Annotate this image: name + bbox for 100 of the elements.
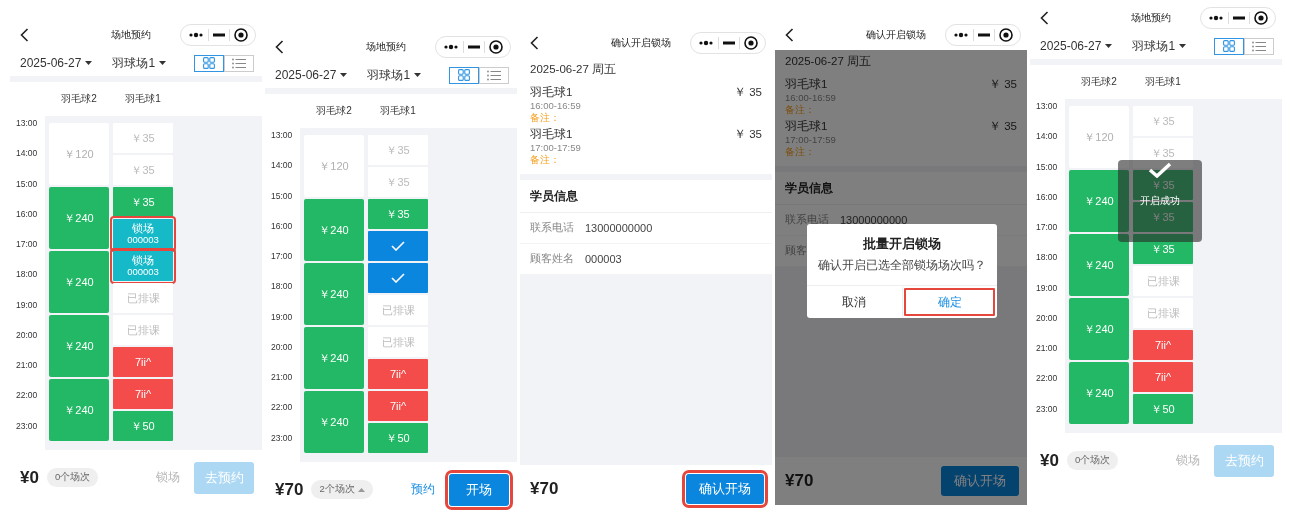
price-slot[interactable]: ￥35: [1133, 138, 1193, 168]
booked-slot[interactable]: ￥240: [304, 263, 364, 325]
booked-slot[interactable]: ￥240: [1069, 362, 1129, 424]
court-dropdown[interactable]: 羽球场1: [112, 54, 167, 72]
view-toggle-button[interactable]: [1244, 37, 1274, 55]
time-label: 22:00: [1035, 372, 1059, 386]
booked-slot[interactable]: ￥50: [368, 423, 428, 453]
caret-icon: [357, 487, 365, 492]
item-price: ￥ 35: [989, 77, 1017, 92]
court-dropdown[interactable]: 羽球场1: [367, 66, 422, 84]
booked-slot[interactable]: ￥240: [1069, 170, 1129, 232]
grid-icon: [203, 57, 215, 69]
booked-slot[interactable]: ￥240: [304, 391, 364, 453]
time-label: 18:00: [1035, 251, 1059, 265]
minimize-icon[interactable]: [213, 33, 225, 37]
booked-slot[interactable]: ￥240: [49, 251, 109, 313]
dialog-button[interactable]: 取消: [807, 286, 902, 318]
time-label: 14:00: [1035, 130, 1059, 144]
back-icon[interactable]: [785, 28, 794, 42]
price-slot[interactable]: ￥120: [304, 135, 364, 197]
more-icon[interactable]: [443, 43, 459, 51]
field-value: 13000000000: [585, 222, 653, 234]
more-icon[interactable]: [188, 31, 204, 39]
occupied-slot[interactable]: 7ii^: [1133, 330, 1193, 360]
more-icon[interactable]: [698, 39, 714, 47]
locked-slot[interactable]: 锁场 000003: [113, 219, 173, 249]
session-count-button[interactable]: 0个场次: [1066, 451, 1119, 470]
minimize-icon[interactable]: [723, 41, 735, 45]
page-title: 场地预约: [365, 40, 407, 54]
time-range: 16:00-16:59: [785, 91, 836, 104]
booked-slot[interactable]: ￥240: [1069, 298, 1129, 360]
field-value: 000003: [585, 253, 622, 265]
minimize-icon[interactable]: [468, 45, 480, 49]
view-toggle-button[interactable]: [224, 54, 254, 72]
more-icon[interactable]: [1208, 14, 1224, 22]
booked-slot[interactable]: ￥50: [1133, 394, 1193, 424]
total-price: ¥0: [20, 467, 39, 488]
caret-icon: [85, 61, 93, 65]
time-label: 14:00: [270, 159, 294, 173]
view-toggle-button[interactable]: [479, 66, 509, 84]
field-label: 联系电话: [530, 221, 575, 235]
booked-slot[interactable]: ￥240: [49, 379, 109, 441]
time-range: 16:00-16:59: [530, 99, 581, 112]
price-slot[interactable]: ￥35: [368, 167, 428, 197]
price-slot[interactable]: ￥35: [368, 135, 428, 165]
booked-slot[interactable]: ￥35: [113, 187, 173, 217]
note-label: 备注：: [785, 146, 816, 158]
action-button[interactable]: 确认开场: [941, 466, 1019, 496]
note-label: 备注：: [530, 154, 561, 166]
back-icon[interactable]: [275, 40, 284, 54]
text-link[interactable]: 预约: [411, 481, 435, 498]
time-label: 20:00: [270, 340, 294, 354]
court-name: 羽毛球1: [530, 127, 574, 141]
date-dropdown[interactable]: 2025-06-27: [275, 68, 348, 82]
total-price: ¥70: [785, 471, 814, 491]
back-icon[interactable]: [1040, 11, 1049, 25]
more-icon[interactable]: [953, 31, 969, 39]
booked-slot[interactable]: ￥240: [304, 327, 364, 389]
court-name: 羽毛球1: [785, 119, 829, 133]
booked-slot[interactable]: ￥240: [1069, 234, 1129, 296]
back-icon[interactable]: [20, 28, 29, 42]
occupied-slot[interactable]: 7ii^: [368, 391, 428, 421]
occupied-slot[interactable]: 7ii^: [368, 359, 428, 389]
booked-slot[interactable]: ￥240: [304, 199, 364, 261]
item-price: ￥ 35: [989, 119, 1017, 134]
time-label: 19:00: [1035, 281, 1059, 295]
price-slot[interactable]: ￥120: [49, 123, 109, 185]
price-slot[interactable]: ￥35: [1133, 106, 1193, 136]
booked-slot[interactable]: ￥50: [113, 411, 173, 441]
session-count-button[interactable]: 2个场次: [311, 480, 373, 499]
column-header: 羽毛球1: [124, 92, 162, 106]
minimize-icon[interactable]: [978, 33, 990, 37]
date-dropdown[interactable]: 2025-06-27: [20, 56, 93, 70]
occupied-slot[interactable]: 7ii^: [113, 347, 173, 377]
section-title: 学员信息: [530, 188, 578, 204]
booked-slot[interactable]: ￥240: [49, 187, 109, 249]
price-slot[interactable]: ￥35: [113, 155, 173, 185]
occupied-slot[interactable]: 7ii^: [113, 379, 173, 409]
dialog-button[interactable]: 确定: [901, 286, 997, 318]
date-dropdown[interactable]: 2025-06-27: [1040, 39, 1113, 53]
column-header: 羽毛球1: [1144, 75, 1182, 89]
time-label: 19:00: [270, 310, 294, 324]
view-toggle-button[interactable]: [1214, 37, 1244, 55]
booked-slot[interactable]: ￥35: [368, 199, 428, 229]
view-toggle-button[interactable]: [449, 66, 479, 84]
minimize-icon[interactable]: [1233, 16, 1245, 20]
back-icon[interactable]: [530, 36, 539, 50]
locked-slot[interactable]: 锁场 000003: [113, 251, 173, 281]
price-slot[interactable]: ￥120: [1069, 106, 1129, 168]
time-label: 17:00: [15, 238, 39, 252]
time-label: 17:00: [270, 250, 294, 264]
occupied-slot[interactable]: 7ii^: [1133, 362, 1193, 392]
booked-slot[interactable]: ￥240: [49, 315, 109, 377]
booked-slot[interactable]: ￥35: [1133, 234, 1193, 264]
price-slot[interactable]: ￥35: [113, 123, 173, 153]
list-icon: [232, 57, 246, 69]
dialog-message: 确认开启已选全部锁场场次吗？: [818, 258, 986, 273]
court-dropdown[interactable]: 羽球场1: [1132, 37, 1187, 55]
view-toggle-button[interactable]: [194, 54, 224, 72]
session-count-button[interactable]: 0个场次: [46, 468, 99, 487]
